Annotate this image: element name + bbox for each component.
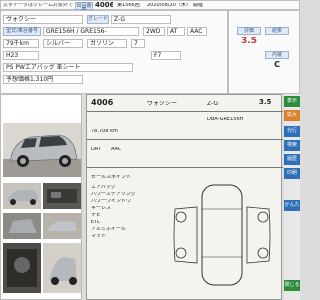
mileage-field: 79千km [3,39,39,48]
grade-label: グレード [87,15,109,24]
fuel-field: ガソリン [87,39,127,48]
score-label: 評価 [237,27,261,35]
equip-line: ナビ [91,213,102,218]
side-toolbar: 表示 拡大 代行 検索 履歴 印刷 かんたん 閉じる [284,94,300,300]
sheet-trans: DAT [91,147,101,152]
type-field: GRE156H / GRE156- [43,27,139,36]
score-panel: 評価 3.5 結果 内装 C [228,10,300,94]
seats-field: 7 [131,39,145,48]
side-button-6[interactable]: かんたん [284,200,300,211]
side-button-2[interactable]: 代行 [284,126,300,137]
interior-label: 内装 [265,51,289,59]
score-value: 3.5 [241,37,257,46]
equip-line: エアバッグ [91,185,116,190]
sheet-divider-3 [87,167,283,168]
interior-value: C [274,61,280,69]
sheet-score: 3.5 [259,99,272,106]
vehicle-form: ヴォクシー グレード Z-G 型式/車台番号 GRE156H / GRE156-… [0,10,228,94]
car-diagram-icon [173,184,271,286]
sheet-equip-title: セールスポイント [91,175,132,180]
side-button-0[interactable]: 表示 [284,96,300,107]
color-field: シルバー [43,39,83,48]
car-main-photo[interactable] [3,123,81,177]
price-note-field: 予想価格1,310円 [3,75,83,84]
car-icon [3,134,81,177]
equip-line: キーレス [91,206,112,211]
date-info: 2020/08/20（木） [147,3,191,8]
status-info: 開催 [193,3,204,8]
side-button-3[interactable]: 検索 [284,140,300,151]
sheet-chassis: DBA-GRE156H [207,117,244,122]
thumbnail-5[interactable] [3,243,41,293]
equip-line: アルミホイール [91,227,126,232]
notice-banner: 文字データはクレーム対象外です。必ず出品票をご確認下さい。 [3,3,73,8]
grade-field: Z-G [111,15,171,24]
sheet-lot: 4006 [91,99,114,107]
sheet-mileage: 78,708 km [91,129,118,134]
sheet-equipment-list: エアバッグ パワーステアリング パワーウインドウ キーレス ナビ ETC アルミ… [91,185,161,241]
side-button-1[interactable]: 拡大 [284,110,300,121]
year-extra-field: F7 [151,51,181,60]
lot-number: 4006 [95,2,113,9]
drive-field: 2WD [143,27,165,36]
thumbnail-2[interactable] [43,183,81,209]
result-label: 結果 [265,27,289,35]
sheet-aircon: AAC [111,147,122,152]
thumbnail-6[interactable] [43,243,81,293]
thumbnail-1[interactable] [3,183,41,209]
side-button-5[interactable]: 印刷 [284,168,300,179]
type-label: 型式/車台番号 [3,27,41,36]
equipment-field: PS PWエアバッグ 革シート [3,63,133,72]
lot-label: 出品番号 [75,2,93,14]
year-field: H23 [3,51,39,60]
equip-line: マット [91,234,107,239]
equip-line: パワーステアリング [91,192,136,197]
session-info: 第1566回 [117,3,140,8]
sheet-grade: Z-G [207,101,219,107]
trans-field: AT [167,27,185,36]
sheet-model: ヴォクシー [147,101,178,107]
header-bar: 文字データはクレーム対象外です。必ず出品票をご確認下さい。 出品番号 4006 … [0,0,300,14]
equip-line: パワーウインドウ [91,199,132,204]
sheet-divider-2 [87,139,283,140]
auction-sheet[interactable]: 4006 ヴォクシー Z-G 3.5 DBA-GRE156H 78,708 km… [86,94,283,300]
photos-column [0,94,82,300]
thumbnail-4[interactable] [43,213,81,239]
side-button-7[interactable]: 閉じる [284,280,300,291]
side-button-4[interactable]: 履歴 [284,154,300,165]
model-field: ヴォクシー [3,15,83,24]
thumbnail-3[interactable] [3,213,41,239]
aircon-field: AAC [187,27,207,36]
equip-line: ETC [91,220,101,225]
sheet-divider-1 [87,111,283,112]
